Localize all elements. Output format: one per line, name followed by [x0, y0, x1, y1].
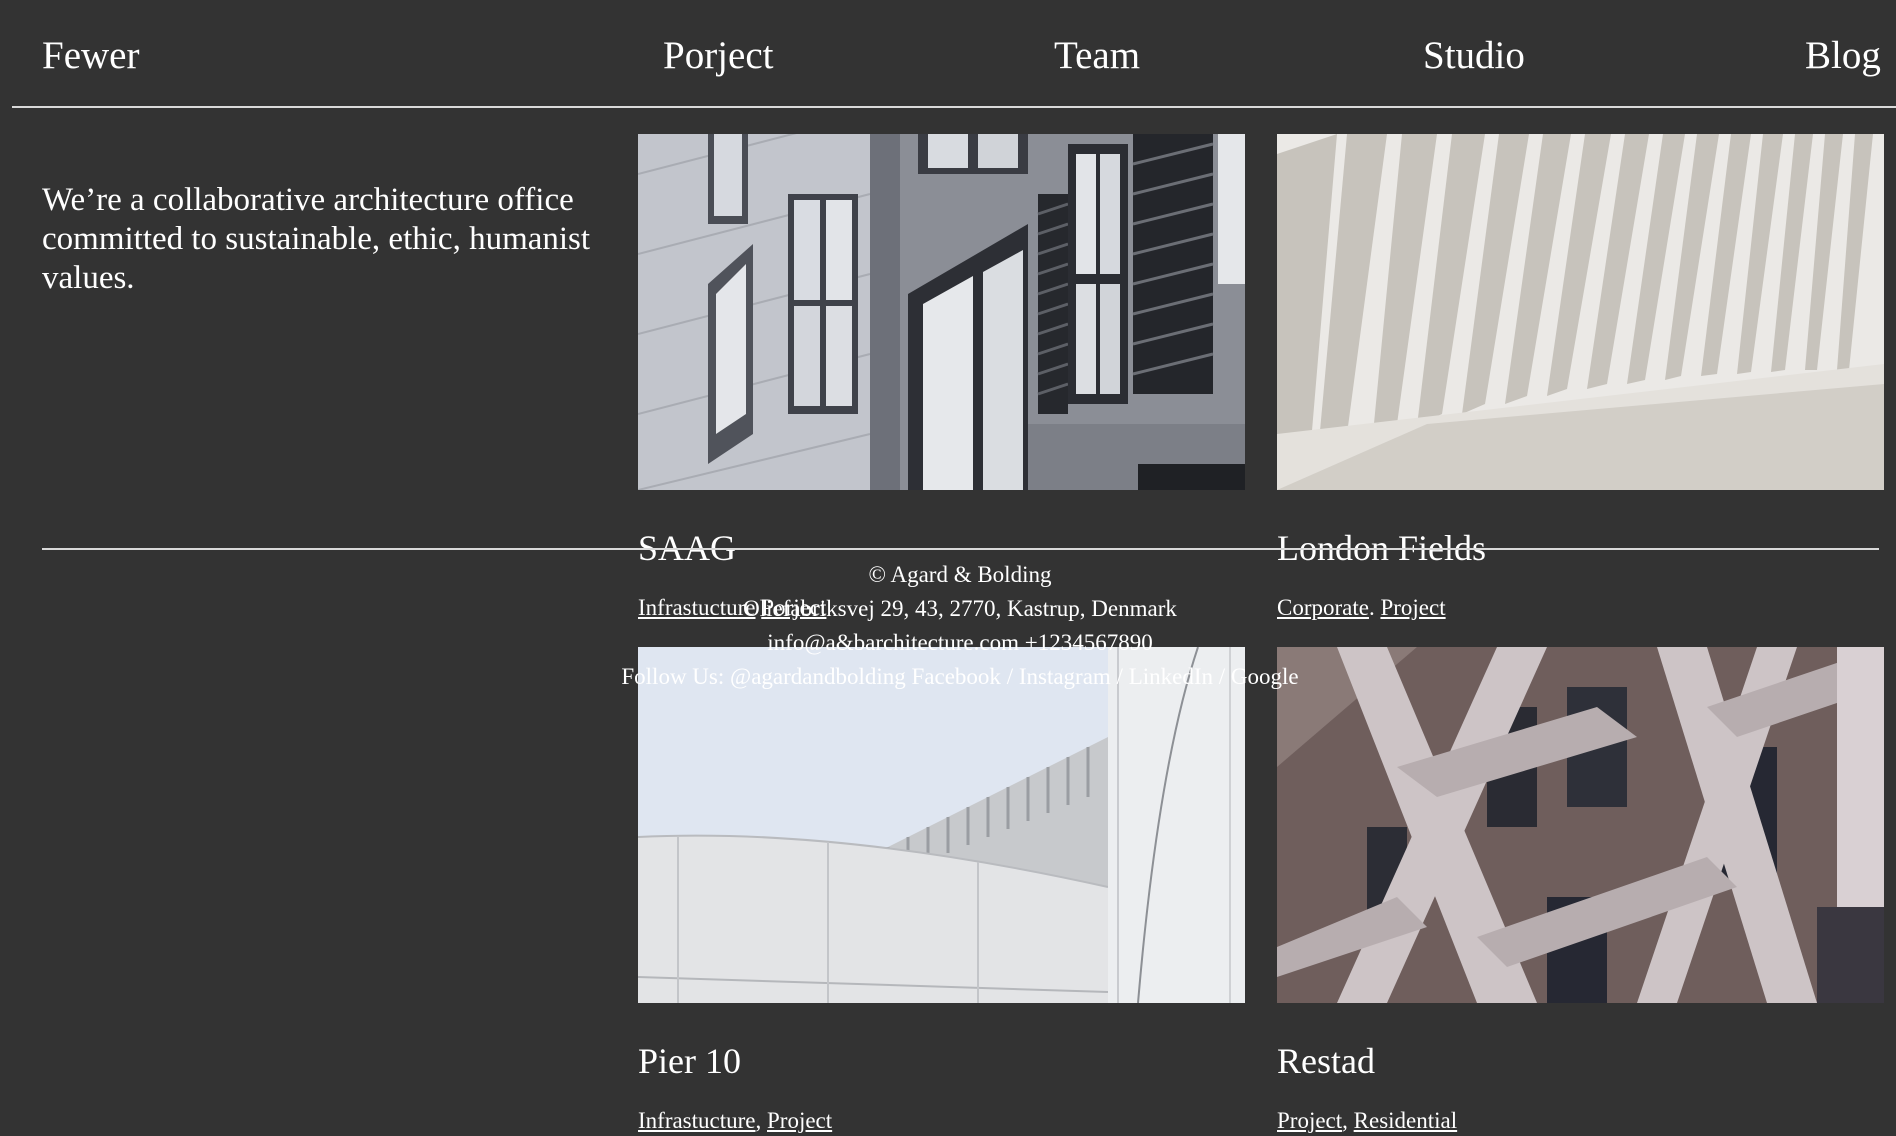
nav-item-blog[interactable]: Blog [1805, 32, 1881, 80]
white-curved-building-image [638, 647, 1245, 1003]
facade-windows-image [638, 134, 1245, 490]
project-tags: Infrastucture, Project [638, 1108, 833, 1133]
google-link[interactable]: Google [1231, 664, 1299, 689]
footer-copyright: © Agard & Bolding [868, 562, 1052, 587]
project-title: Pier 10 [638, 1041, 741, 1081]
nav-item-studio[interactable]: Studio [1423, 32, 1525, 80]
tag-link[interactable]: Project [1380, 595, 1445, 620]
follow-label: Follow Us: @agardandbolding [621, 664, 906, 689]
footer-follow: Follow Us: @agardandbolding Facebook / I… [560, 660, 1360, 694]
project-image-link[interactable] [638, 134, 1245, 490]
project-image-link[interactable] [638, 647, 1245, 1003]
page: Fewer Porject Team Studio Blog We’re a c… [0, 0, 1896, 1136]
project-tags: Project, Residential [1277, 1108, 1458, 1133]
separator: / [1116, 664, 1123, 689]
instagram-link[interactable]: Instagram [1019, 664, 1111, 689]
footer-address: Oliefabriksvej 29, 43, 2770, Kastrup, De… [743, 596, 1177, 621]
tag-link[interactable]: Infrastucture [638, 1108, 756, 1133]
project-card: SAAG Infrastucture Porject [638, 134, 1246, 620]
tag-link[interactable]: Residential [1354, 1108, 1457, 1133]
project-image-link[interactable] [1277, 647, 1884, 1003]
project-card: London Fields Corporate. Project [1277, 134, 1885, 620]
separator: / [1006, 664, 1014, 689]
site-footer: © Agard & Bolding Oliefabriksvej 29, 43,… [560, 558, 1360, 694]
project-title: Restad [1277, 1041, 1375, 1081]
project-card: Pier 10 Infrastucture, Project [638, 647, 1246, 1133]
nav-item-project[interactable]: Porject [663, 32, 773, 80]
project-card: Restad Project, Residential [1277, 647, 1885, 1133]
project-image-link[interactable] [1277, 134, 1884, 490]
footer-contact: info@a&barchitecture.com +1234567890 [767, 630, 1153, 655]
logo-link[interactable]: Fewer [42, 32, 139, 80]
separator: / [1218, 664, 1226, 689]
white-slats-image [1277, 134, 1884, 490]
nav-item-team[interactable]: Team [1054, 32, 1140, 80]
tag-link[interactable]: Project [1277, 1108, 1342, 1133]
tag-link[interactable]: Project [767, 1108, 832, 1133]
main-nav: Fewer Porject Team Studio Blog [12, 0, 1896, 108]
brown-diagonal-facade-image [1277, 647, 1884, 1003]
intro-text: We’re a collaborative architecture offic… [42, 182, 591, 296]
footer-divider [42, 548, 1879, 550]
linkedin-link[interactable]: LinkedIn [1129, 664, 1213, 689]
facebook-link[interactable]: Facebook [912, 664, 1001, 689]
